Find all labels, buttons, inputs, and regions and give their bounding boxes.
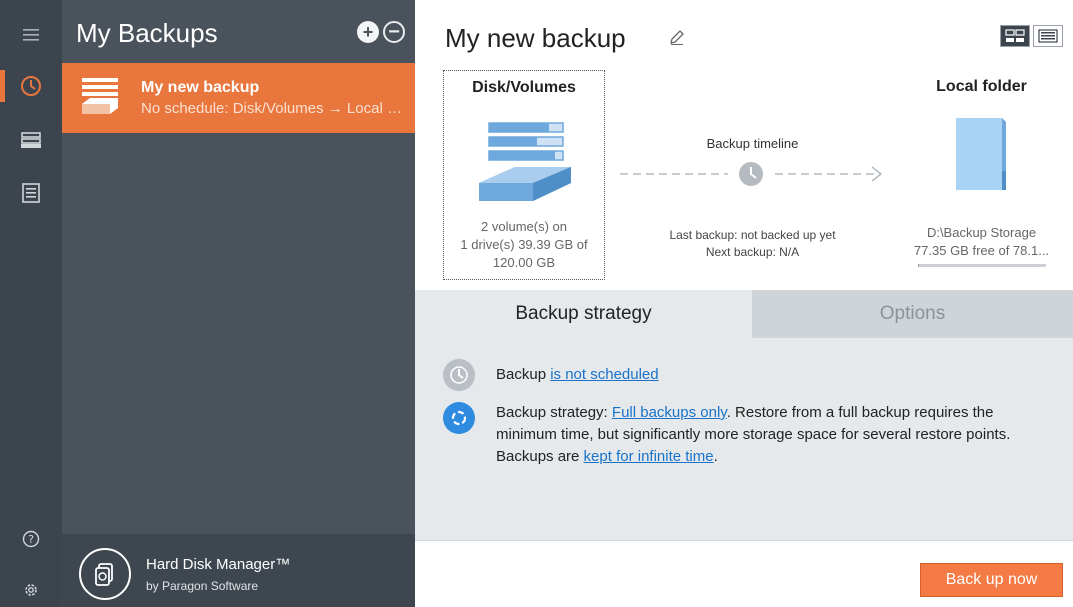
source-title: Disk/Volumes	[472, 79, 576, 96]
last-backup-status: Last backup: not backed up yet	[669, 228, 836, 242]
panel-title: My Backups	[76, 18, 218, 48]
page-title: My new backup	[445, 23, 626, 53]
storage-usage-bar	[918, 264, 1046, 267]
destination-free-space: 77.35 GB free of 78.1...	[913, 243, 1050, 258]
strategy-panel: Backup is not scheduled Backup strategy:…	[415, 338, 1073, 540]
paragon-logo-icon	[79, 548, 131, 600]
schedule-row: Backup is not scheduled	[443, 359, 1056, 391]
help-icon[interactable]: ?	[0, 521, 62, 557]
schedule-clock-icon	[443, 359, 475, 391]
hamburger-icon[interactable]	[0, 17, 62, 53]
source-info-line: 120.00 GB	[492, 255, 556, 270]
tab-backup-strategy[interactable]: Backup strategy	[415, 290, 752, 338]
source-card[interactable]: Disk/Volumes 2 volume(s) on 1 drive(s) 3…	[443, 70, 605, 280]
source-info-line: 2 volume(s) on	[481, 219, 567, 234]
source-info: 2 volume(s) on 1 drive(s) 39.39 GB of 12…	[444, 218, 604, 272]
svg-text:?: ?	[28, 533, 34, 546]
backups-panel: My Backups + − My new backup No schedule…	[62, 0, 415, 607]
main-area: My new backup Disk/Volumes 2 volume(s) o…	[415, 0, 1073, 607]
backup-task-icon	[82, 78, 118, 114]
destination-path: D:\Backup Storage	[926, 225, 1037, 240]
strategy-row: Backup strategy: Full backups only. Rest…	[443, 402, 1056, 468]
remove-backup-button[interactable]: −	[383, 21, 405, 43]
tab-options[interactable]: Options	[752, 290, 1073, 338]
tile-view-icon[interactable]	[1000, 25, 1030, 47]
strategy-prefix: Backup strategy:	[496, 404, 612, 421]
storage-usage-fill	[918, 264, 920, 267]
log-list-icon[interactable]	[0, 175, 62, 211]
destination-info: D:\Backup Storage 77.35 GB free of 78.1.…	[900, 224, 1063, 260]
schedule-prefix: Backup	[496, 366, 551, 383]
history-clock-icon[interactable]	[0, 68, 62, 104]
strategy-link[interactable]: Full backups only	[612, 404, 727, 421]
next-backup-status: Next backup: N/A	[705, 245, 800, 259]
destination-card[interactable]: Local folder D:\Backup Storage 77.35 GB …	[900, 70, 1063, 280]
schedule-link[interactable]: is not scheduled	[550, 366, 658, 383]
folder-icon	[956, 118, 1006, 190]
back-up-now-button[interactable]: Back up now	[920, 563, 1063, 597]
strategy-text: Backup strategy: Full backups only. Rest…	[496, 402, 1056, 468]
disk-volumes-icon	[479, 122, 571, 201]
add-backup-button[interactable]: +	[357, 21, 379, 43]
left-rail: ?	[0, 0, 62, 607]
strategy-suffix: .	[713, 448, 718, 465]
view-toggle	[1000, 25, 1063, 47]
tab-bar: Backup strategy Options	[415, 290, 1073, 338]
strategy-recycle-icon	[443, 402, 475, 434]
backup-name: My new backup	[141, 79, 260, 96]
drives-icon[interactable]	[0, 122, 62, 158]
schedule-text: Backup is not scheduled	[496, 364, 1056, 391]
edit-name-icon[interactable]	[668, 28, 686, 46]
backup-timeline: Backup timeline Last backup: not backed …	[615, 70, 890, 280]
brand-name: Hard Disk Manager™	[146, 556, 291, 573]
timeline-arrow-icon	[620, 162, 883, 186]
gear-icon[interactable]	[0, 572, 62, 607]
source-info-line: 1 drive(s) 39.39 GB of	[460, 237, 588, 252]
brand-footer: Hard Disk Manager™ by Paragon Software	[62, 534, 415, 607]
footer-divider	[415, 540, 1073, 541]
destination-title: Local folder	[936, 78, 1027, 95]
backup-summary: No schedule: Disk/Volumes → Local folder	[141, 100, 406, 117]
panel-actions: + −	[357, 21, 405, 43]
timeline-title: Backup timeline	[706, 136, 799, 151]
brand-company: by Paragon Software	[146, 579, 259, 593]
list-view-icon[interactable]	[1033, 25, 1063, 47]
retention-link[interactable]: kept for infinite time	[584, 448, 714, 465]
backup-list-item[interactable]: My new backup No schedule: Disk/Volumes …	[62, 63, 415, 133]
